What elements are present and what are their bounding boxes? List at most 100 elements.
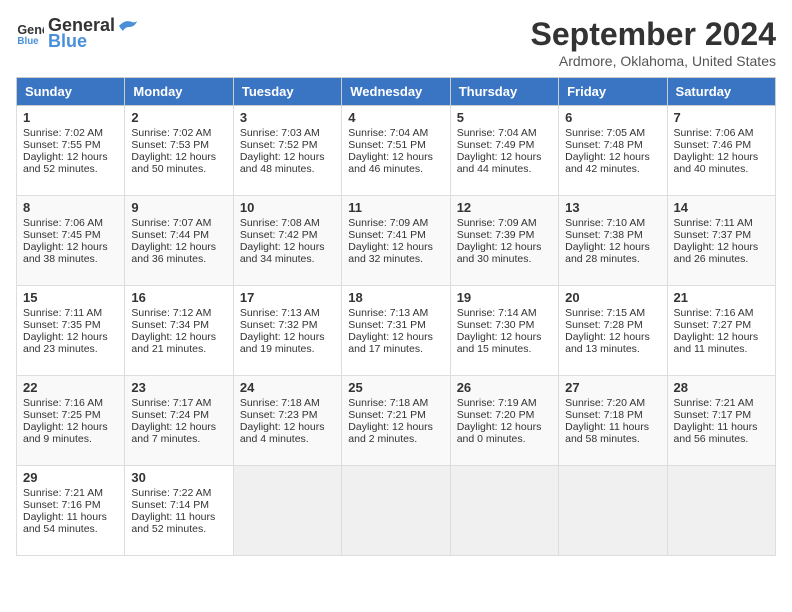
calendar-cell: 14 Sunrise: 7:11 AM Sunset: 7:37 PM Dayl…: [667, 196, 775, 286]
calendar-cell: 8 Sunrise: 7:06 AM Sunset: 7:45 PM Dayli…: [17, 196, 125, 286]
daylight-hours: Daylight: 12 hours: [131, 421, 216, 433]
sunset-text: Sunset: 7:37 PM: [674, 229, 752, 241]
calendar-week-row: 22 Sunrise: 7:16 AM Sunset: 7:25 PM Dayl…: [17, 376, 776, 466]
header-thursday: Thursday: [450, 78, 558, 106]
sunset-text: Sunset: 7:21 PM: [348, 409, 426, 421]
calendar-cell: 15 Sunrise: 7:11 AM Sunset: 7:35 PM Dayl…: [17, 286, 125, 376]
calendar-cell: 25 Sunrise: 7:18 AM Sunset: 7:21 PM Dayl…: [342, 376, 450, 466]
calendar-cell: 1 Sunrise: 7:02 AM Sunset: 7:55 PM Dayli…: [17, 106, 125, 196]
daylight-minutes: and 7 minutes.: [131, 433, 200, 445]
sunset-text: Sunset: 7:46 PM: [674, 139, 752, 151]
calendar-cell: [450, 466, 558, 556]
sunset-text: Sunset: 7:53 PM: [131, 139, 209, 151]
daylight-minutes: and 19 minutes.: [240, 343, 315, 355]
sunset-text: Sunset: 7:42 PM: [240, 229, 318, 241]
day-number: 9: [131, 200, 226, 215]
sunrise-text: Sunrise: 7:11 AM: [23, 307, 102, 319]
day-number: 27: [565, 380, 660, 395]
sunset-text: Sunset: 7:55 PM: [23, 139, 101, 151]
daylight-minutes: and 50 minutes.: [131, 163, 206, 175]
sunset-text: Sunset: 7:49 PM: [457, 139, 535, 151]
sunrise-text: Sunrise: 7:02 AM: [131, 127, 211, 139]
daylight-hours: Daylight: 12 hours: [457, 331, 542, 343]
sunset-text: Sunset: 7:28 PM: [565, 319, 643, 331]
calendar-cell: 13 Sunrise: 7:10 AM Sunset: 7:38 PM Dayl…: [559, 196, 667, 286]
day-number: 25: [348, 380, 443, 395]
daylight-hours: Daylight: 12 hours: [131, 151, 216, 163]
calendar-week-row: 8 Sunrise: 7:06 AM Sunset: 7:45 PM Dayli…: [17, 196, 776, 286]
daylight-minutes: and 48 minutes.: [240, 163, 315, 175]
daylight-minutes: and 44 minutes.: [457, 163, 532, 175]
header-wednesday: Wednesday: [342, 78, 450, 106]
sunrise-text: Sunrise: 7:20 AM: [565, 397, 645, 409]
day-number: 4: [348, 110, 443, 125]
day-number: 21: [674, 290, 769, 305]
daylight-hours: Daylight: 12 hours: [348, 151, 433, 163]
calendar-cell: 22 Sunrise: 7:16 AM Sunset: 7:25 PM Dayl…: [17, 376, 125, 466]
daylight-hours: Daylight: 11 hours: [23, 511, 107, 523]
daylight-hours: Daylight: 12 hours: [565, 151, 650, 163]
sunset-text: Sunset: 7:34 PM: [131, 319, 209, 331]
sunrise-text: Sunrise: 7:04 AM: [348, 127, 428, 139]
sunrise-text: Sunrise: 7:16 AM: [674, 307, 754, 319]
day-number: 29: [23, 470, 118, 485]
sunrise-text: Sunrise: 7:16 AM: [23, 397, 103, 409]
sunset-text: Sunset: 7:25 PM: [23, 409, 101, 421]
calendar-cell: 28 Sunrise: 7:21 AM Sunset: 7:17 PM Dayl…: [667, 376, 775, 466]
header-friday: Friday: [559, 78, 667, 106]
daylight-minutes: and 42 minutes.: [565, 163, 640, 175]
daylight-minutes: and 56 minutes.: [674, 433, 749, 445]
calendar-cell: 19 Sunrise: 7:14 AM Sunset: 7:30 PM Dayl…: [450, 286, 558, 376]
calendar-cell: 10 Sunrise: 7:08 AM Sunset: 7:42 PM Dayl…: [233, 196, 341, 286]
calendar-header-row: SundayMondayTuesdayWednesdayThursdayFrid…: [17, 78, 776, 106]
sunset-text: Sunset: 7:44 PM: [131, 229, 209, 241]
daylight-minutes: and 46 minutes.: [348, 163, 423, 175]
calendar-cell: 16 Sunrise: 7:12 AM Sunset: 7:34 PM Dayl…: [125, 286, 233, 376]
sunrise-text: Sunrise: 7:09 AM: [457, 217, 537, 229]
sunrise-text: Sunrise: 7:09 AM: [348, 217, 428, 229]
sunrise-text: Sunrise: 7:13 AM: [240, 307, 320, 319]
daylight-minutes: and 13 minutes.: [565, 343, 640, 355]
daylight-minutes: and 32 minutes.: [348, 253, 423, 265]
header-tuesday: Tuesday: [233, 78, 341, 106]
day-number: 28: [674, 380, 769, 395]
sunrise-text: Sunrise: 7:07 AM: [131, 217, 211, 229]
calendar-cell: 12 Sunrise: 7:09 AM Sunset: 7:39 PM Dayl…: [450, 196, 558, 286]
svg-text:General: General: [17, 23, 44, 37]
daylight-minutes: and 4 minutes.: [240, 433, 309, 445]
sunrise-text: Sunrise: 7:06 AM: [23, 217, 103, 229]
day-number: 10: [240, 200, 335, 215]
day-number: 18: [348, 290, 443, 305]
day-number: 6: [565, 110, 660, 125]
daylight-minutes: and 36 minutes.: [131, 253, 206, 265]
daylight-minutes: and 2 minutes.: [348, 433, 417, 445]
daylight-hours: Daylight: 11 hours: [131, 511, 215, 523]
page-header: General Blue General Blue September 2024…: [16, 16, 776, 69]
sunrise-text: Sunrise: 7:17 AM: [131, 397, 211, 409]
calendar-week-row: 15 Sunrise: 7:11 AM Sunset: 7:35 PM Dayl…: [17, 286, 776, 376]
logo-blue: Blue: [48, 32, 139, 52]
sunrise-text: Sunrise: 7:21 AM: [674, 397, 754, 409]
daylight-hours: Daylight: 12 hours: [674, 241, 759, 253]
sunrise-text: Sunrise: 7:06 AM: [674, 127, 754, 139]
calendar-cell: [667, 466, 775, 556]
daylight-minutes: and 17 minutes.: [348, 343, 423, 355]
daylight-hours: Daylight: 12 hours: [457, 151, 542, 163]
daylight-hours: Daylight: 12 hours: [348, 421, 433, 433]
daylight-minutes: and 23 minutes.: [23, 343, 98, 355]
daylight-hours: Daylight: 12 hours: [131, 241, 216, 253]
calendar-cell: 29 Sunrise: 7:21 AM Sunset: 7:16 PM Dayl…: [17, 466, 125, 556]
sunset-text: Sunset: 7:41 PM: [348, 229, 426, 241]
sunrise-text: Sunrise: 7:08 AM: [240, 217, 320, 229]
logo-icon: General Blue: [16, 20, 44, 48]
daylight-minutes: and 52 minutes.: [131, 523, 206, 535]
title-section: September 2024 Ardmore, Oklahoma, United…: [531, 16, 776, 69]
calendar-cell: 20 Sunrise: 7:15 AM Sunset: 7:28 PM Dayl…: [559, 286, 667, 376]
daylight-hours: Daylight: 12 hours: [457, 421, 542, 433]
sunset-text: Sunset: 7:48 PM: [565, 139, 643, 151]
sunset-text: Sunset: 7:35 PM: [23, 319, 101, 331]
daylight-hours: Daylight: 12 hours: [457, 241, 542, 253]
day-number: 30: [131, 470, 226, 485]
daylight-hours: Daylight: 12 hours: [240, 151, 325, 163]
daylight-minutes: and 26 minutes.: [674, 253, 749, 265]
